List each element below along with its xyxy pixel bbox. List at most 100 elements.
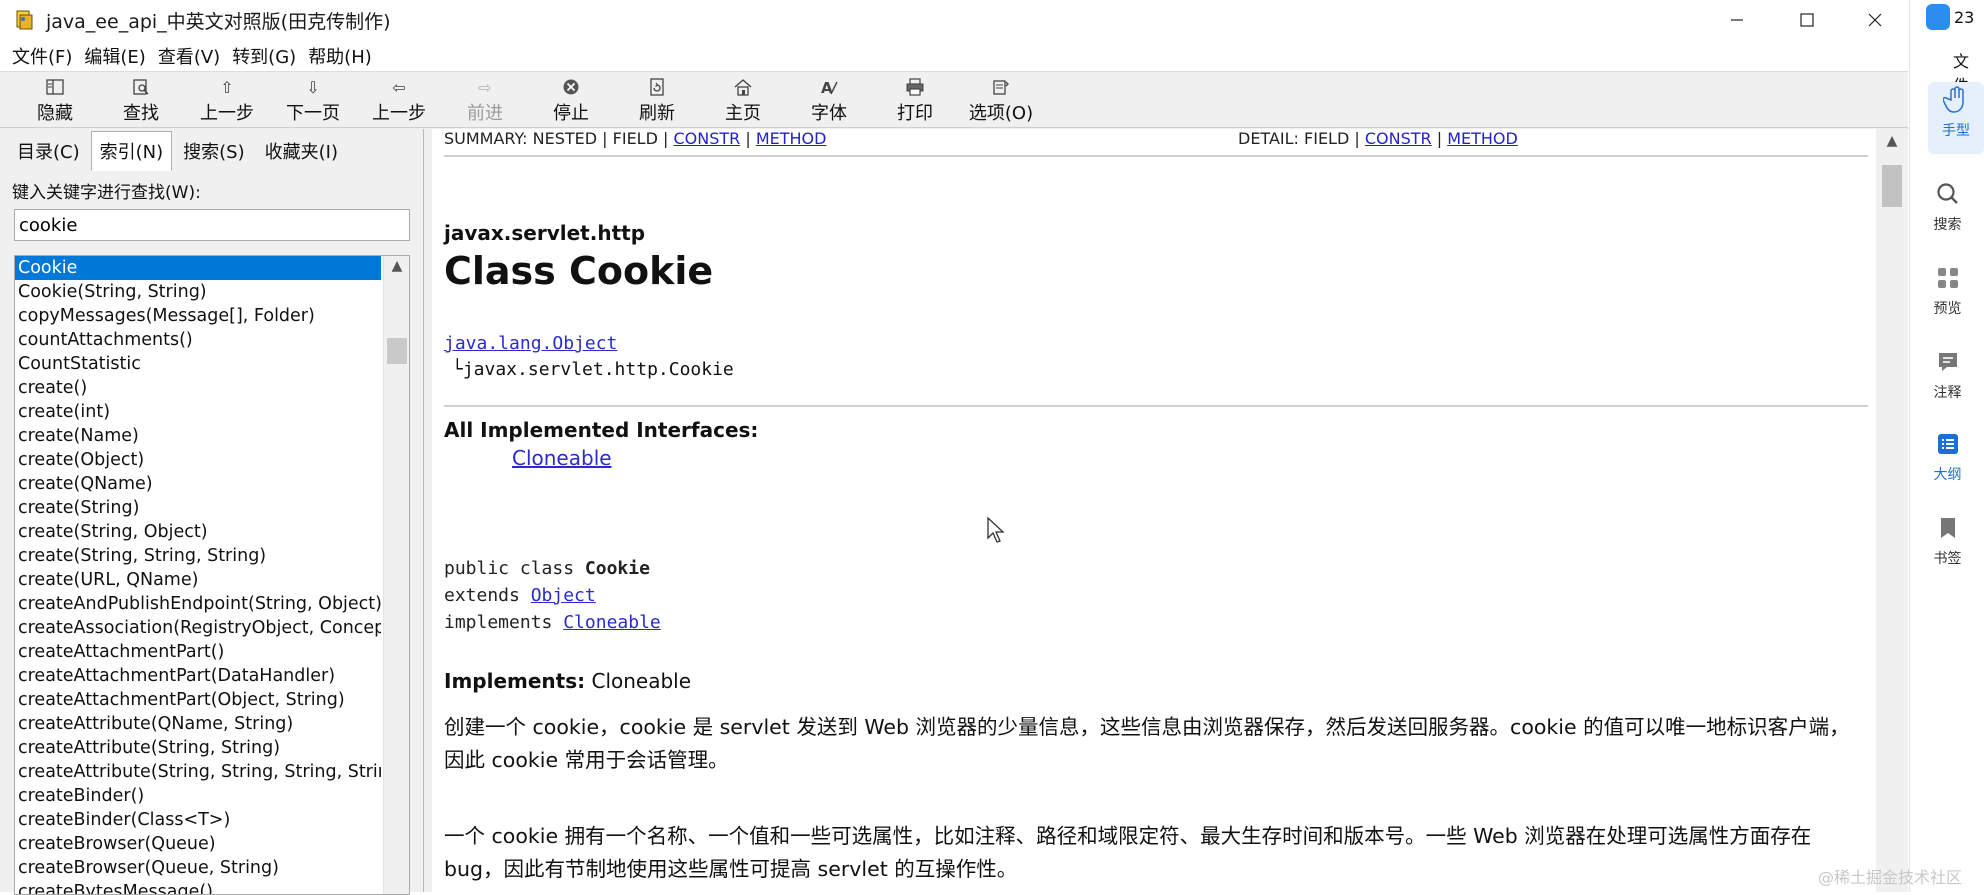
cloneable-link[interactable]: Cloneable	[512, 446, 612, 470]
menu-help[interactable]: 帮助(H)	[302, 43, 378, 69]
hide-button[interactable]: 隐藏	[12, 75, 98, 127]
stop-icon	[559, 75, 583, 99]
back-up-button[interactable]: ⇧ 上一步	[184, 75, 270, 127]
sidepanel-bookmark-button[interactable]: 书签	[1910, 514, 1984, 568]
find-button[interactable]: 查找	[98, 75, 184, 127]
back-up-label: 上一步	[200, 103, 254, 124]
mouse-pointer-icon	[987, 516, 1005, 543]
up-arrow-icon: ⇧	[220, 77, 234, 97]
implemented-interfaces-wrap: Cloneable	[512, 446, 612, 470]
reader-top-number: 23	[1954, 8, 1975, 27]
summary-constr-link[interactable]: CONSTR	[673, 129, 740, 148]
print-button[interactable]: 打印	[872, 75, 958, 127]
list-item[interactable]: createBrowser(Queue)	[15, 832, 381, 856]
comment-icon	[1934, 348, 1962, 376]
scroll-up-icon[interactable]: ▲	[384, 258, 409, 274]
list-item[interactable]: createAttachmentPart(DataHandler)	[15, 664, 381, 688]
hierarchy-parent-wrap: java.lang.Object	[444, 333, 617, 354]
list-item[interactable]: create(Object)	[15, 448, 381, 472]
implements-line: Implements: Cloneable	[444, 669, 691, 693]
sidepanel-comment-button[interactable]: 注释	[1910, 348, 1984, 402]
hand-icon	[1942, 86, 1970, 114]
home-button[interactable]: 主页	[700, 75, 786, 127]
forward-button[interactable]: ⇨ 前进	[442, 75, 528, 127]
topic-content: SUMMARY: NESTED | FIELD | CONSTR | METHO…	[432, 129, 1876, 892]
decl-object-link[interactable]: Object	[531, 585, 596, 606]
list-item[interactable]: createBrowser(Queue, String)	[15, 856, 381, 880]
menu-edit[interactable]: 编辑(E)	[78, 43, 151, 69]
list-item[interactable]: create(String)	[15, 496, 381, 520]
list-item[interactable]: create(Name)	[15, 424, 381, 448]
list-item[interactable]: create(QName)	[15, 472, 381, 496]
options-icon	[989, 75, 1013, 99]
list-item[interactable]: countAttachments()	[15, 328, 381, 352]
menu-file[interactable]: 文件(F)	[6, 43, 78, 69]
tab-search[interactable]: 搜索(S)	[174, 131, 253, 171]
sidepanel-preview-button[interactable]: 预览	[1910, 264, 1984, 318]
detail-constr-link[interactable]: CONSTR	[1365, 129, 1432, 148]
package-name: javax.servlet.http	[444, 221, 646, 245]
title-bar: java_ee_api_中英文对照版(田克传制作)	[0, 0, 1908, 40]
tab-index[interactable]: 索引(N)	[90, 131, 173, 171]
options-button[interactable]: 选项(O)	[958, 75, 1044, 127]
index-list-scrollbar[interactable]: ▲	[383, 256, 409, 894]
refresh-button[interactable]: 刷新	[614, 75, 700, 127]
sidepanel-search-button[interactable]: 搜索	[1910, 180, 1984, 234]
list-item[interactable]: createAttribute(String, String, String, …	[15, 760, 381, 784]
font-button[interactable]: A 字体	[786, 75, 872, 127]
index-list[interactable]: Cookie Cookie(String, String) copyMessages…	[14, 255, 410, 895]
list-item[interactable]: createAttachmentPart()	[15, 640, 381, 664]
content-scroll-up-icon[interactable]: ▲	[1876, 133, 1908, 149]
decl-cloneable-link[interactable]: Cloneable	[563, 612, 661, 633]
decl-public-class: public class	[444, 558, 585, 579]
list-item[interactable]: createBinder()	[15, 784, 381, 808]
navigation-pane: 目录(C) 索引(N) 搜索(S) 收藏夹(I) 键入关键字进行查找(W): C…	[0, 129, 424, 895]
hierarchy-parent-link[interactable]: java.lang.Object	[444, 333, 617, 354]
menu-goto[interactable]: 转到(G)	[226, 43, 302, 69]
font-label: 字体	[811, 103, 847, 124]
detail-method-link[interactable]: METHOD	[1447, 129, 1518, 148]
back-button[interactable]: ⇦ 上一步	[356, 75, 442, 127]
print-label: 打印	[897, 103, 933, 124]
detail-nav: DETAIL: FIELD | CONSTR | METHOD	[1238, 129, 1518, 148]
list-item[interactable]: create(String, Object)	[15, 520, 381, 544]
implements-label: Implements:	[444, 669, 586, 693]
list-item[interactable]: createAttribute(QName, String)	[15, 712, 381, 736]
tab-favorites[interactable]: 收藏夹(I)	[256, 131, 347, 171]
content-scroll-thumb[interactable]	[1882, 165, 1902, 207]
list-item[interactable]: create(String, String, String)	[15, 544, 381, 568]
decl-class-name: Cookie	[584, 558, 650, 579]
list-item[interactable]: create()	[15, 376, 381, 400]
maximize-button[interactable]	[1772, 0, 1842, 40]
next-page-button[interactable]: ⇩ 下一页	[270, 75, 356, 127]
list-item[interactable]: createAttachmentPart(Object, String)	[15, 688, 381, 712]
sidepanel-outline-button[interactable]: 大纲	[1910, 430, 1984, 484]
list-item[interactable]: createAttribute(String, String)	[15, 736, 381, 760]
content-scrollbar[interactable]: ▲	[1876, 129, 1908, 892]
keyword-input[interactable]	[14, 209, 410, 241]
bookmark-icon	[1934, 514, 1962, 542]
list-item[interactable]: createBytesMessage()	[15, 880, 381, 894]
list-item[interactable]: CountStatistic	[15, 352, 381, 376]
list-item[interactable]: create(int)	[15, 400, 381, 424]
list-item[interactable]: create(URL, QName)	[15, 568, 381, 592]
hand-tool-button[interactable]: 手型	[1928, 86, 1984, 140]
sidepanel-bookmark-label: 书签	[1933, 551, 1962, 567]
list-item[interactable]: createAndPublishEndpoint(String, Object)	[15, 592, 381, 616]
sidepanel-comment-label: 注释	[1933, 385, 1962, 401]
list-item[interactable]: copyMessages(Message[], Folder)	[15, 304, 381, 328]
close-button[interactable]	[1842, 0, 1908, 40]
stop-button[interactable]: 停止	[528, 75, 614, 127]
list-item[interactable]: createAssociation(RegistryObject, Concep…	[15, 616, 381, 640]
summary-method-link[interactable]: METHOD	[756, 129, 827, 148]
menu-view[interactable]: 查看(V)	[152, 43, 226, 69]
hide-icon	[43, 75, 67, 99]
list-item[interactable]: Cookie	[15, 256, 381, 280]
index-list-scroll-thumb[interactable]	[387, 338, 407, 364]
home-label: 主页	[725, 103, 761, 124]
tab-contents[interactable]: 目录(C)	[8, 131, 89, 171]
list-item[interactable]: Cookie(String, String)	[15, 280, 381, 304]
minimize-button[interactable]	[1702, 0, 1772, 40]
menu-bar: 文件(F) 编辑(E) 查看(V) 转到(G) 帮助(H)	[0, 40, 1908, 72]
list-item[interactable]: createBinder(Class<T>)	[15, 808, 381, 832]
